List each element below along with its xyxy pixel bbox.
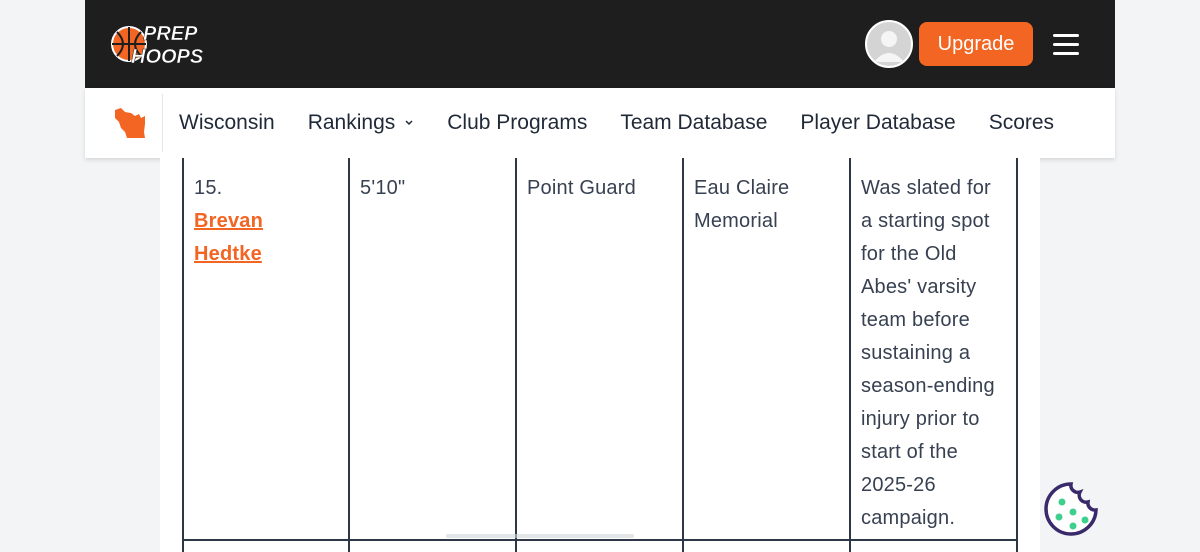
nav-label: Player Database xyxy=(800,111,956,134)
logo-text-prep: PREP xyxy=(143,23,198,45)
nav-items: Wisconsin Rankings Club Programs Team Da… xyxy=(179,88,1087,158)
next-row-border xyxy=(515,541,517,552)
nav-item-rankings[interactable]: Rankings xyxy=(308,111,415,135)
prep-hoops-logo[interactable]: PREP HOOPS xyxy=(107,16,227,70)
player-position: Point Guard xyxy=(527,177,636,199)
nav-label: Rankings xyxy=(307,111,396,134)
nav-item-scores[interactable]: Scores xyxy=(989,111,1054,135)
nav-item-player-database[interactable]: Player Database xyxy=(800,111,955,135)
height-cell: 5'10" xyxy=(348,158,516,540)
player-notes: Was slated for a starting spot for the O… xyxy=(861,177,995,529)
nav-item-club-programs[interactable]: Club Programs xyxy=(447,111,587,135)
chevron-down-icon xyxy=(405,120,413,126)
top-header: PREP HOOPS Upgrade xyxy=(85,0,1115,88)
logo-text-hoops: HOOPS xyxy=(131,46,204,68)
nav-item-wisconsin[interactable]: Wisconsin xyxy=(179,111,275,135)
nav-label: Scores xyxy=(988,111,1055,134)
cookie-icon[interactable] xyxy=(1042,480,1100,538)
table-border xyxy=(1016,158,1018,552)
hamburger-menu-icon[interactable] xyxy=(1053,34,1079,55)
next-row-border xyxy=(182,541,184,552)
player-name-link[interactable]: Brevan Hedtke xyxy=(194,205,339,271)
nav-item-team-database[interactable]: Team Database xyxy=(620,111,767,135)
rank-number: 15. xyxy=(194,177,223,199)
scroll-indicator xyxy=(446,534,634,538)
nav-label: Team Database xyxy=(620,111,768,134)
next-row-border xyxy=(849,541,851,552)
wisconsin-map-icon[interactable] xyxy=(111,104,149,142)
nav-divider xyxy=(162,94,163,152)
state-navigation: Wisconsin Rankings Club Programs Team Da… xyxy=(85,88,1115,158)
rankings-table: 15. Brevan Hedtke 5'10" Point Guard Eau … xyxy=(182,158,1018,552)
next-row-border xyxy=(682,541,684,552)
position-cell: Point Guard xyxy=(515,158,683,540)
nav-label: Wisconsin xyxy=(179,111,275,134)
notes-cell: Was slated for a starting spot for the O… xyxy=(849,158,1017,540)
rankings-content: 15. Brevan Hedtke 5'10" Point Guard Eau … xyxy=(160,158,1040,552)
rank-player-cell: 15. Brevan Hedtke xyxy=(182,158,349,540)
next-row-border xyxy=(348,541,350,552)
player-height: 5'10" xyxy=(360,177,406,199)
player-last-name: Hedtke xyxy=(194,243,262,265)
row-divider xyxy=(182,539,1018,541)
school-cell: Eau Claire Memorial xyxy=(682,158,850,540)
upgrade-button[interactable]: Upgrade xyxy=(919,22,1033,66)
player-school: Eau Claire Memorial xyxy=(694,177,790,232)
user-avatar-icon[interactable] xyxy=(865,20,913,68)
player-first-name: Brevan xyxy=(194,210,264,232)
nav-label: Club Programs xyxy=(447,111,588,134)
